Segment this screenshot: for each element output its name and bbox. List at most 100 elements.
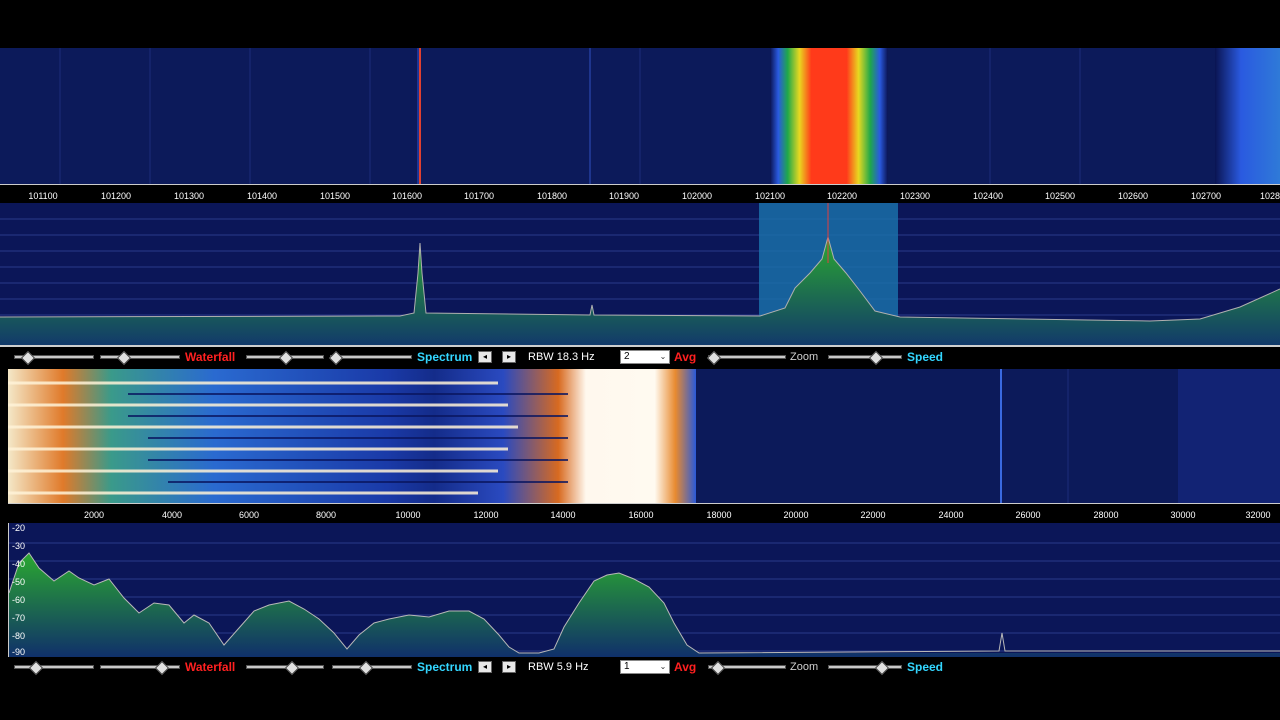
rf-axis-label: 102400 — [972, 191, 1004, 201]
rbw-decrease-button[interactable]: ◂ — [478, 661, 492, 673]
waterfall-label: Waterfall — [185, 350, 236, 364]
audio-axis-label: 32000 — [1245, 510, 1271, 520]
audio-db-label: -80 — [12, 631, 26, 641]
audio-db-label: -50 — [12, 577, 26, 587]
rf-axis-label: 102600 — [1117, 191, 1149, 201]
audio-db-label: -70 — [12, 613, 26, 623]
rf-axis-label: 101900 — [608, 191, 640, 201]
slider-knob[interactable] — [358, 660, 374, 676]
slider-knob[interactable] — [874, 660, 890, 676]
rf-axis-label: 1028 — [1259, 191, 1280, 201]
audio-control-bar: Waterfall Spectrum ◂ ▸ RBW 5.9 Hz 1 ⌄ Av… — [0, 659, 1280, 676]
audio-axis-label: 6000 — [238, 510, 260, 520]
audio-axis-label: 16000 — [628, 510, 654, 520]
audio-frequency-axis: 2000 4000 6000 8000 10000 12000 14000 16… — [8, 503, 1280, 522]
zoom-slider[interactable] — [706, 350, 786, 366]
audio-axis-label: 14000 — [550, 510, 576, 520]
audio-axis-label: 4000 — [161, 510, 183, 520]
slider-knob[interactable] — [154, 660, 170, 676]
audio-spectrum[interactable] — [8, 523, 1280, 657]
rf-axis-label: 102700 — [1190, 191, 1222, 201]
audio-axis-label: 28000 — [1093, 510, 1119, 520]
zoom-label: Zoom — [790, 351, 819, 363]
audio-waterfall[interactable] — [8, 369, 1280, 503]
waterfall-contrast-slider[interactable] — [14, 350, 94, 366]
avg-select[interactable]: 1 ⌄ — [620, 660, 670, 674]
rf-waterfall-image — [0, 48, 1280, 184]
audio-axis-label: 10000 — [395, 510, 421, 520]
waterfall-brightness-slider[interactable] — [100, 660, 180, 676]
zoom-slider[interactable] — [708, 660, 786, 676]
audio-waterfall-image — [8, 369, 1280, 503]
rf-waterfall[interactable] — [0, 48, 1280, 184]
audio-axis-label: 18000 — [706, 510, 732, 520]
spectrum-label: Spectrum — [417, 350, 473, 364]
waterfall-contrast-slider[interactable] — [14, 660, 94, 676]
rf-frequency-axis: 101100 101200 101300 101400 101500 10160… — [0, 184, 1280, 203]
rf-control-bar: Waterfall Spectrum ◂ ▸ RBW 18.3 Hz 2 ⌄ A… — [0, 349, 1280, 366]
slider-knob[interactable] — [284, 660, 300, 676]
rbw-increase-button[interactable]: ▸ — [502, 661, 516, 673]
chevron-down-icon: ⌄ — [659, 662, 667, 671]
audio-db-label: -20 — [12, 523, 26, 533]
chevron-down-icon: ⌄ — [659, 352, 667, 361]
speed-label: Speed — [907, 660, 944, 674]
spectrum-range-slider[interactable] — [246, 350, 324, 366]
rf-axis-label: 102200 — [826, 191, 858, 201]
rf-axis-label: 101800 — [536, 191, 568, 201]
audio-axis-label: 24000 — [938, 510, 964, 520]
rbw-decrease-button[interactable]: ◂ — [478, 351, 492, 363]
audio-axis-label: 2000 — [83, 510, 105, 520]
rf-spectrum-plot — [0, 203, 1280, 345]
rf-axis-label: 101500 — [319, 191, 351, 201]
slider-knob[interactable] — [28, 660, 44, 676]
audio-db-label: -90 — [12, 647, 26, 657]
audio-axis-label: 20000 — [783, 510, 809, 520]
rbw-readout: RBW 5.9 Hz — [528, 661, 589, 673]
slider-knob[interactable] — [278, 350, 294, 366]
speed-slider[interactable] — [828, 350, 902, 366]
rf-axis-label: 101600 — [391, 191, 423, 201]
rf-axis-label: 101200 — [100, 191, 132, 201]
rf-axis-label: 102100 — [754, 191, 786, 201]
rf-axis-label: 101700 — [463, 191, 495, 201]
audio-axis-label: 30000 — [1170, 510, 1196, 520]
audio-axis-label: 8000 — [315, 510, 337, 520]
spectrum-label: Spectrum — [417, 660, 473, 674]
waterfall-label: Waterfall — [185, 660, 236, 674]
slider-knob[interactable] — [868, 350, 884, 366]
audio-db-label: -40 — [12, 559, 26, 569]
rf-axis-label: 101300 — [173, 191, 205, 201]
audio-db-label: -60 — [12, 595, 26, 605]
slider-knob[interactable] — [328, 350, 344, 366]
speed-label: Speed — [907, 350, 944, 364]
audio-axis-label: 26000 — [1015, 510, 1041, 520]
rbw-readout: RBW 18.3 Hz — [528, 351, 595, 363]
avg-select-value: 1 — [624, 661, 630, 672]
panel-divider — [0, 345, 1280, 347]
zoom-label: Zoom — [790, 661, 819, 673]
spectrum-range-slider[interactable] — [246, 660, 324, 676]
avg-select[interactable]: 2 ⌄ — [620, 350, 670, 364]
avg-label: Avg — [674, 660, 697, 674]
avg-label: Avg — [674, 350, 697, 364]
slider-knob[interactable] — [116, 350, 132, 366]
spectrum-offset-slider[interactable] — [332, 660, 412, 676]
rf-spectrum[interactable] — [0, 203, 1280, 345]
avg-select-value: 2 — [624, 351, 630, 362]
rf-axis-label: 102300 — [899, 191, 931, 201]
slider-knob[interactable] — [20, 350, 36, 366]
rf-axis-label: 101400 — [246, 191, 278, 201]
rf-axis-label: 102500 — [1044, 191, 1076, 201]
rf-axis-label: 101100 — [28, 191, 58, 201]
waterfall-brightness-slider[interactable] — [100, 350, 180, 366]
audio-db-label: -30 — [12, 541, 26, 551]
spectrum-offset-slider[interactable] — [328, 350, 412, 366]
rbw-increase-button[interactable]: ▸ — [502, 351, 516, 363]
slider-knob[interactable] — [706, 350, 722, 366]
slider-knob[interactable] — [710, 660, 726, 676]
rf-axis-label: 102000 — [681, 191, 713, 201]
audio-axis-label: 12000 — [473, 510, 499, 520]
audio-spectrum-plot — [9, 523, 1280, 657]
speed-slider[interactable] — [828, 660, 902, 676]
